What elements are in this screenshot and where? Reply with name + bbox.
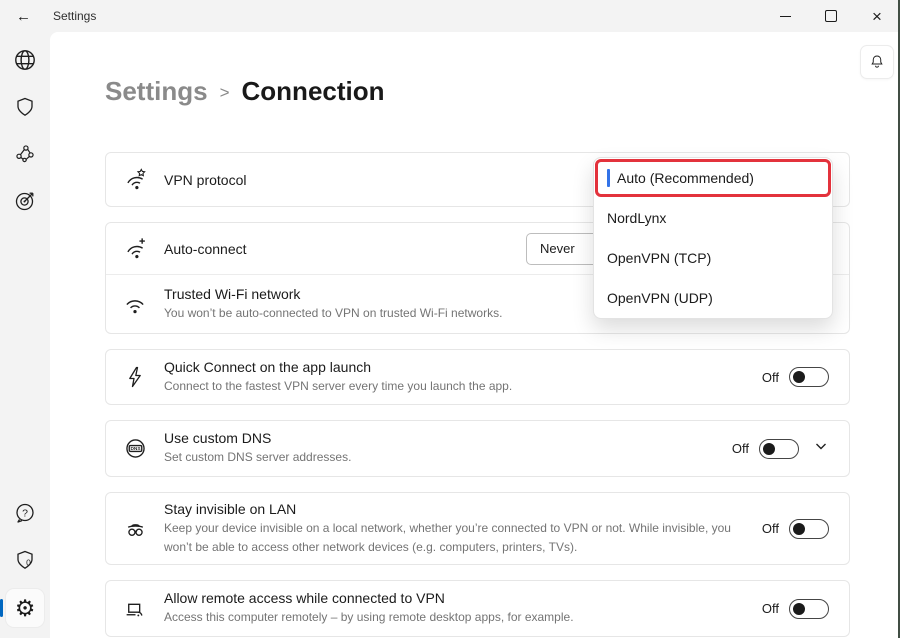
card-custom-dns: DNS Use custom DNS Set custom DNS server… bbox=[105, 420, 850, 477]
close-icon: × bbox=[872, 8, 882, 25]
card-quick-connect: Quick Connect on the app launch Connect … bbox=[105, 349, 850, 405]
titlebar: ← Settings × bbox=[0, 0, 900, 32]
sidebar-item-threat-protection[interactable] bbox=[6, 89, 44, 125]
sidebar-item-help[interactable]: ? bbox=[6, 495, 44, 531]
dropdown-option-openvpn-tcp[interactable]: OpenVPN (TCP) bbox=[594, 238, 832, 278]
svg-text:DNS: DNS bbox=[130, 446, 140, 452]
settings-page: Settings > Connection VP bbox=[50, 32, 900, 638]
dropdown-option-openvpn-udp[interactable]: OpenVPN (UDP) bbox=[594, 278, 832, 318]
card-remote-access: Allow remote access while connected to V… bbox=[105, 580, 850, 637]
meshnet-icon bbox=[14, 143, 36, 165]
toggle-off-icon bbox=[789, 367, 829, 387]
active-indicator bbox=[0, 599, 3, 617]
threat-badge: 0 bbox=[26, 558, 31, 568]
remote-access-title: Allow remote access while connected to V… bbox=[164, 590, 744, 606]
page-title: Connection bbox=[242, 75, 385, 108]
window-title: Settings bbox=[53, 9, 96, 23]
toggle-state-label: Off bbox=[762, 601, 779, 616]
sidebar-item-threat-counter[interactable]: 0 bbox=[6, 542, 44, 578]
auto-connect-title: Auto-connect bbox=[164, 241, 508, 257]
row-remote-access: Allow remote access while connected to V… bbox=[106, 581, 849, 636]
text-caret bbox=[607, 169, 610, 187]
sidebar-item-meshnet[interactable] bbox=[6, 136, 44, 172]
globe-icon bbox=[12, 47, 38, 73]
invisible-lan-title: Stay invisible on LAN bbox=[164, 501, 744, 517]
maximize-icon bbox=[825, 10, 837, 22]
toggle-state-label: Off bbox=[732, 441, 749, 456]
toggle-off-icon bbox=[789, 519, 829, 539]
custom-dns-title: Use custom DNS bbox=[164, 430, 714, 446]
dropdown-option-label: NordLynx bbox=[607, 210, 666, 226]
wifi-plus-icon bbox=[106, 236, 164, 262]
dropdown-option-label: OpenVPN (TCP) bbox=[607, 250, 711, 266]
vpn-protocol-dropdown: Auto (Recommended) NordLynx OpenVPN (TCP… bbox=[593, 157, 833, 319]
chevron-down-icon bbox=[813, 438, 829, 454]
quick-connect-subtitle: Connect to the fastest VPN server every … bbox=[164, 377, 744, 396]
sidebar: ? 0 ⚙ bbox=[0, 32, 50, 638]
dropdown-option-auto[interactable]: Auto (Recommended) bbox=[594, 158, 832, 198]
row-custom-dns: DNS Use custom DNS Set custom DNS server… bbox=[106, 421, 849, 476]
wifi-star-icon bbox=[106, 167, 164, 193]
toggle-state-label: Off bbox=[762, 521, 779, 536]
close-button[interactable]: × bbox=[854, 0, 900, 32]
sidebar-item-settings[interactable]: ⚙ bbox=[6, 589, 44, 627]
custom-dns-toggle[interactable]: Off bbox=[732, 439, 799, 459]
toggle-off-icon bbox=[759, 439, 799, 459]
minimize-icon bbox=[780, 16, 791, 17]
maximize-button[interactable] bbox=[808, 0, 854, 32]
remote-access-subtitle: Access this computer remotely – by using… bbox=[164, 608, 744, 627]
settings-gear-icon: ⚙ bbox=[15, 597, 36, 620]
help-icon: ? bbox=[13, 501, 37, 525]
dedicated-ip-icon bbox=[13, 189, 37, 213]
card-invisible-lan: Stay invisible on LAN Keep your device i… bbox=[105, 492, 850, 565]
breadcrumb: Settings > Connection bbox=[105, 74, 900, 109]
sidebar-item-vpn[interactable] bbox=[6, 42, 44, 78]
custom-dns-subtitle: Set custom DNS server addresses. bbox=[164, 448, 714, 467]
breadcrumb-settings-link[interactable]: Settings bbox=[105, 75, 208, 108]
breadcrumb-separator-icon: > bbox=[220, 76, 230, 109]
arrow-left-icon: ← bbox=[16, 8, 31, 25]
bell-icon bbox=[868, 53, 886, 71]
invisible-lan-subtitle: Keep your device invisible on a local ne… bbox=[164, 519, 744, 556]
wifi-icon bbox=[106, 291, 164, 317]
incognito-icon bbox=[106, 516, 164, 541]
toggle-off-icon bbox=[789, 599, 829, 619]
dropdown-option-label: Auto (Recommended) bbox=[617, 170, 754, 186]
dropdown-option-nordlynx[interactable]: NordLynx bbox=[594, 198, 832, 238]
minimize-button[interactable] bbox=[762, 0, 808, 32]
invisible-lan-toggle[interactable]: Off bbox=[762, 519, 829, 539]
row-quick-connect: Quick Connect on the app launch Connect … bbox=[106, 350, 849, 404]
row-invisible-lan: Stay invisible on LAN Keep your device i… bbox=[106, 493, 849, 564]
quick-connect-toggle[interactable]: Off bbox=[762, 367, 829, 387]
shield-icon bbox=[13, 95, 37, 119]
dropdown-option-label: OpenVPN (UDP) bbox=[607, 290, 713, 306]
laptop-signal-icon bbox=[106, 596, 164, 621]
custom-dns-expand-button[interactable] bbox=[813, 438, 829, 459]
lightning-icon bbox=[106, 365, 164, 389]
window-controls: × bbox=[762, 0, 900, 32]
notifications-button[interactable] bbox=[860, 45, 894, 79]
quick-connect-title: Quick Connect on the app launch bbox=[164, 359, 744, 375]
svg-text:?: ? bbox=[22, 507, 28, 519]
dns-globe-icon: DNS bbox=[106, 436, 164, 461]
sidebar-item-dedicated-ip[interactable] bbox=[6, 183, 44, 219]
toggle-state-label: Off bbox=[762, 370, 779, 385]
threat-counter-icon: 0 bbox=[13, 548, 37, 572]
back-button[interactable]: ← bbox=[16, 9, 31, 24]
remote-access-toggle[interactable]: Off bbox=[762, 599, 829, 619]
